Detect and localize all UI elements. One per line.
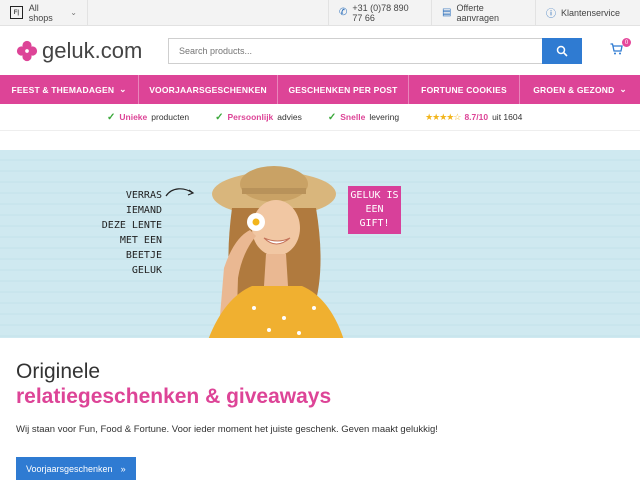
hero-woman-image [208, 166, 344, 338]
nav-item-label: FEEST & THEMADAGEN [11, 84, 115, 95]
nav-item-geschenken-per-post[interactable]: GESCHENKEN PER POST [278, 75, 409, 104]
usp-highlight: Snelle [340, 112, 366, 122]
rating-score: 8.7/10 [464, 112, 489, 122]
cart-icon [610, 43, 623, 55]
usp-highlight: Persoonlijk [227, 112, 274, 122]
hero-tagline: VERRAS IEMAND DEZE LENTE MET EEN BEETJE … [90, 188, 162, 278]
search-icon [556, 45, 568, 57]
search-button[interactable] [542, 37, 582, 64]
usp-item: ✓ Persoonlijk advies [215, 112, 302, 123]
site-header: geluk.com 0 [0, 26, 640, 75]
main-nav: FEEST & THEMADAGEN ⌄ VOORJAARSGESCHENKEN… [0, 75, 640, 104]
nav-item-label: GROEN & GEZOND [533, 84, 615, 95]
phone-icon: ✆ [339, 7, 348, 18]
hero-badge-line: EEN GIFT! [359, 204, 390, 229]
curved-arrow-icon [165, 188, 195, 197]
page-title-line2: relatiegeschenken & giveaways [16, 385, 332, 408]
search-input[interactable] [168, 37, 542, 64]
nav-item-feest-themadagen[interactable]: FEEST & THEMADAGEN ⌄ [0, 75, 139, 104]
customer-service-link[interactable]: ⓘ Klantenservice [535, 0, 640, 25]
usp-bar: ✓ Unieke producten ✓ Persoonlijk advies … [0, 104, 640, 131]
cta-label: Voorjaarsgeschenken [26, 463, 113, 474]
page-title-line1: Originele [16, 360, 101, 383]
double-chevron-right-icon: » [120, 463, 126, 474]
nav-item-fortune-cookies[interactable]: FORTUNE COOKIES [409, 75, 520, 104]
usp-text: levering [369, 112, 400, 122]
hero-tagline-line: MET EEN [119, 235, 162, 246]
rating-count: uit 1604 [492, 112, 523, 122]
all-shops-dropdown[interactable]: F| All shops ⌄ [0, 0, 88, 25]
hero-badge: GELUK IS EEN GIFT! [348, 186, 401, 234]
chevron-down-icon: ⌄ [70, 8, 77, 17]
all-shops-label: All shops [28, 2, 53, 23]
check-icon: ✓ [107, 111, 116, 123]
nav-item-label: VOORJAARSGESCHENKEN [149, 84, 267, 95]
intro-description: Wij staan voor Fun, Food & Fortune. Voor… [16, 424, 438, 435]
usp-text: advies [277, 112, 302, 122]
search-bar [168, 37, 582, 64]
usp-highlight: Unieke [119, 112, 148, 122]
usp-text: producten [151, 112, 190, 122]
document-icon: ▤ [442, 7, 452, 18]
nav-item-label: GESCHENKEN PER POST [288, 84, 398, 95]
phone-link[interactable]: ✆ +31 (0)78 890 77 66 [328, 0, 431, 25]
rating-summary[interactable]: ★★★★☆ 8.7/10 uit 1604 [425, 112, 522, 123]
quote-link[interactable]: ▤ Offerte aanvragen [431, 0, 535, 25]
hero-tagline-line: BEETJE GELUK [125, 250, 162, 276]
cart-count-badge: 0 [622, 38, 631, 47]
brand-name: geluk.com [42, 37, 143, 63]
voorjaarsgeschenken-button[interactable]: Voorjaarsgeschenken » [16, 457, 136, 480]
quote-label: Offerte aanvragen [456, 2, 499, 23]
check-icon: ✓ [215, 111, 224, 123]
nav-item-groen-gezond[interactable]: GROEN & GEZOND ⌄ [520, 75, 640, 104]
chevron-down-icon: ⌄ [119, 84, 127, 94]
customer-service-label: Klantenservice [561, 7, 621, 18]
brand-logo[interactable]: geluk.com [16, 38, 168, 64]
info-icon: ⓘ [546, 9, 556, 20]
intro-section: Originele relatiegeschenken & giveaways … [0, 338, 640, 480]
clover-logo-icon [16, 40, 38, 61]
hero-badge-line: GELUK IS [350, 190, 399, 201]
nav-item-voorjaarsgeschenken[interactable]: VOORJAARSGESCHENKEN [139, 75, 278, 104]
nav-item-label: FORTUNE COOKIES [421, 84, 507, 95]
phone-number: +31 (0)78 890 77 66 [352, 2, 409, 23]
hero-tagline-line: VERRAS IEMAND [125, 190, 162, 216]
hero-banner[interactable]: VERRAS IEMAND DEZE LENTE MET EEN BEETJE … [0, 150, 640, 338]
shops-logo-icon: F| [10, 6, 23, 19]
chevron-down-icon: ⌄ [619, 84, 627, 94]
rating-stars-icon: ★★★★☆ [425, 111, 461, 122]
check-icon: ✓ [327, 111, 337, 123]
cart-button[interactable]: 0 [610, 38, 631, 58]
usp-item: ✓ Snelle levering [328, 112, 399, 123]
hero-tagline-line: DEZE LENTE [101, 220, 162, 231]
top-bar: F| All shops ⌄ ✆ +31 (0)78 890 77 66 ▤ O… [0, 0, 640, 26]
usp-item: ✓ Unieke producten [107, 112, 189, 123]
